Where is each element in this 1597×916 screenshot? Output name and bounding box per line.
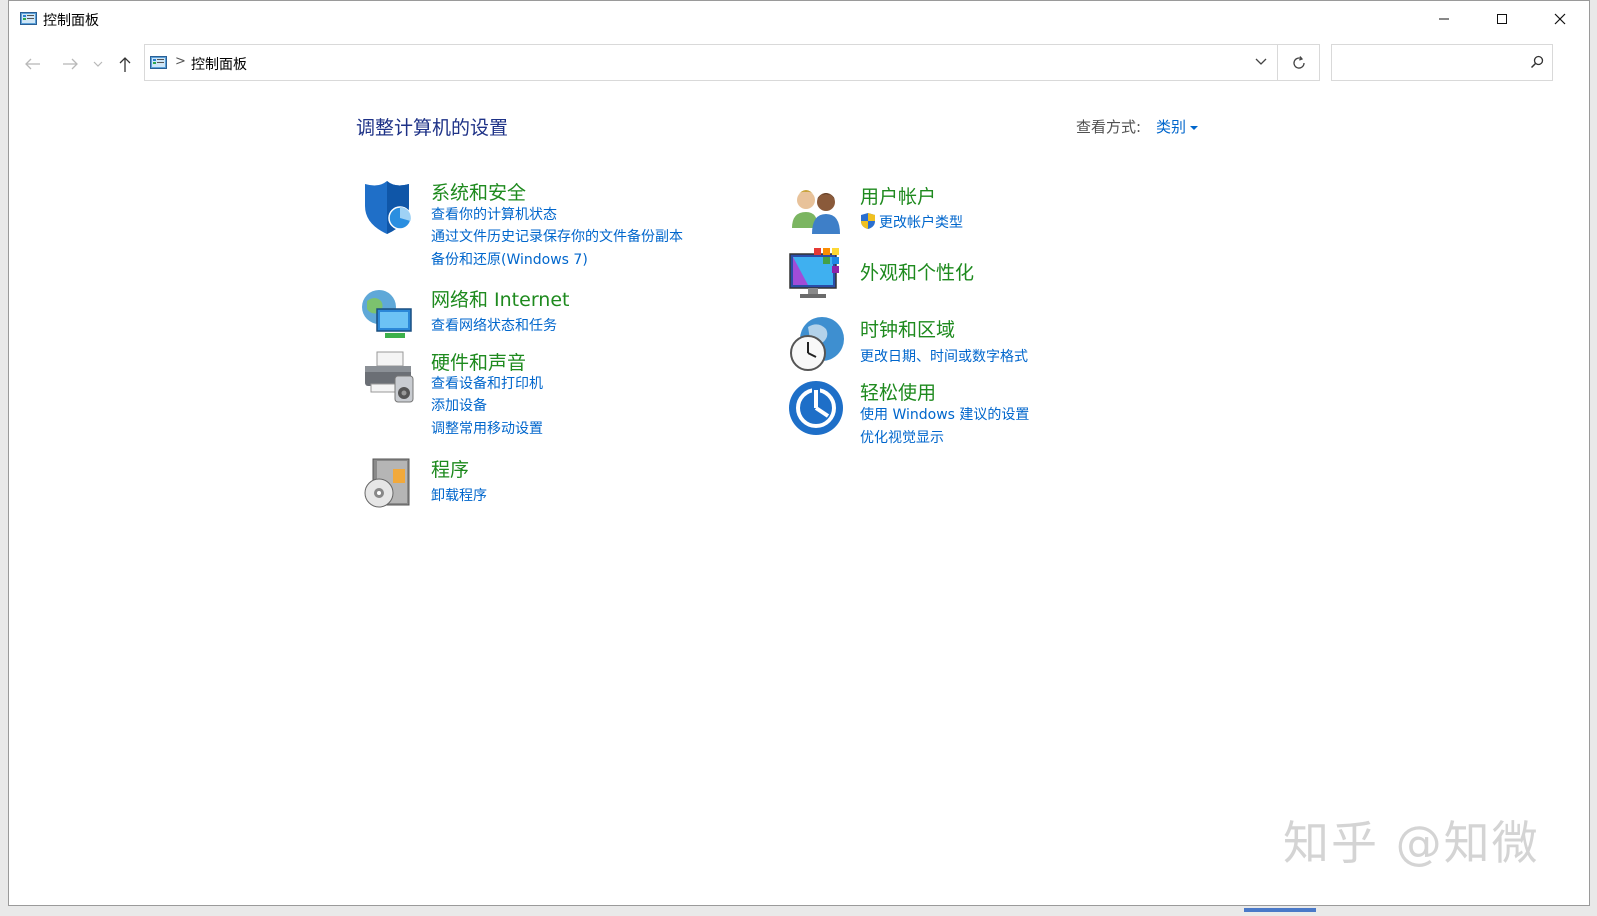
watermark: 知乎 @知微	[1283, 816, 1540, 870]
arrow-right-icon	[63, 58, 78, 70]
link-add-device[interactable]: 添加设备	[431, 395, 487, 415]
printer-icon[interactable]	[359, 348, 417, 406]
breadcrumb-control-panel[interactable]: 控制面板	[191, 54, 247, 74]
minimize-button[interactable]	[1415, 1, 1473, 37]
window-title: 控制面板	[43, 13, 99, 29]
link-windows-recommended-settings[interactable]: 使用 Windows 建议的设置	[860, 404, 1029, 424]
chevron-down-icon	[93, 61, 103, 67]
view-by-value[interactable]: 类别	[1156, 116, 1186, 137]
shield-icon[interactable]	[359, 178, 417, 236]
category-title[interactable]: 时钟和区域	[860, 315, 955, 342]
category-title[interactable]: 系统和安全	[431, 178, 526, 205]
category-title[interactable]: 外观和个性化	[860, 258, 974, 285]
link-devices-printers[interactable]: 查看设备和打印机	[431, 373, 543, 393]
caret-down-icon[interactable]	[1190, 125, 1199, 130]
taskbar-indicator	[1244, 908, 1316, 912]
category-title[interactable]: 硬件和声音	[431, 348, 526, 375]
uac-shield-icon	[861, 213, 875, 229]
maximize-button[interactable]	[1473, 1, 1531, 37]
breadcrumb-separator[interactable]: >	[175, 54, 186, 69]
link-view-computer-status[interactable]: 查看你的计算机状态	[431, 204, 557, 224]
view-by-dropdown[interactable]: 类别	[1156, 116, 1199, 137]
control-panel-icon	[150, 56, 167, 69]
category-title[interactable]: 轻松使用	[860, 378, 936, 405]
page-title: 调整计算机的设置	[356, 117, 509, 139]
link-backup-restore[interactable]: 备份和还原(Windows 7)	[431, 249, 588, 269]
close-button[interactable]	[1531, 1, 1589, 37]
refresh-icon	[1292, 55, 1305, 69]
chevron-down-icon[interactable]	[1255, 57, 1267, 67]
category-title[interactable]: 网络和 Internet	[431, 285, 569, 312]
title-bar: 控制面板	[9, 1, 1589, 37]
recent-locations-button[interactable]	[91, 51, 105, 77]
link-uninstall-program[interactable]: 卸载程序	[431, 485, 487, 505]
arrow-left-icon	[25, 58, 40, 70]
forward-button[interactable]	[58, 51, 82, 77]
link-mobility-settings[interactable]: 调整常用移动设置	[431, 418, 543, 438]
clock-globe-icon[interactable]	[788, 315, 846, 373]
up-button[interactable]	[113, 51, 137, 77]
monitor-icon[interactable]	[788, 246, 846, 304]
minimize-icon	[1439, 18, 1449, 20]
control-panel-icon	[20, 12, 37, 25]
arrow-up-icon	[119, 57, 131, 72]
close-icon	[1554, 13, 1566, 25]
category-title[interactable]: 用户帐户	[860, 182, 936, 209]
search-icon[interactable]	[1530, 55, 1544, 69]
search-box[interactable]	[1331, 44, 1553, 81]
refresh-button[interactable]	[1278, 44, 1320, 81]
programs-icon[interactable]	[359, 455, 417, 513]
address-bar[interactable]: > 控制面板	[144, 44, 1278, 81]
category-title[interactable]: 程序	[431, 455, 469, 482]
network-icon[interactable]	[359, 285, 417, 343]
link-optimize-visual-display[interactable]: 优化视觉显示	[860, 427, 944, 447]
back-button[interactable]	[21, 51, 45, 77]
search-input[interactable]	[1338, 53, 1522, 73]
control-panel-window: 控制面板 > 控制面板 调整计算机的设置 查看方式: 类别 系统和安全 查看你的…	[8, 0, 1590, 906]
ease-of-access-icon[interactable]	[788, 378, 846, 436]
users-icon[interactable]	[788, 182, 846, 240]
link-change-account-type[interactable]: 更改帐户类型	[879, 212, 963, 232]
link-network-status[interactable]: 查看网络状态和任务	[431, 315, 557, 335]
view-by-label: 查看方式:	[1076, 118, 1142, 136]
link-file-history[interactable]: 通过文件历史记录保存你的文件备份副本	[431, 226, 683, 246]
link-date-time-format[interactable]: 更改日期、时间或数字格式	[860, 346, 1028, 366]
maximize-icon	[1497, 14, 1507, 24]
